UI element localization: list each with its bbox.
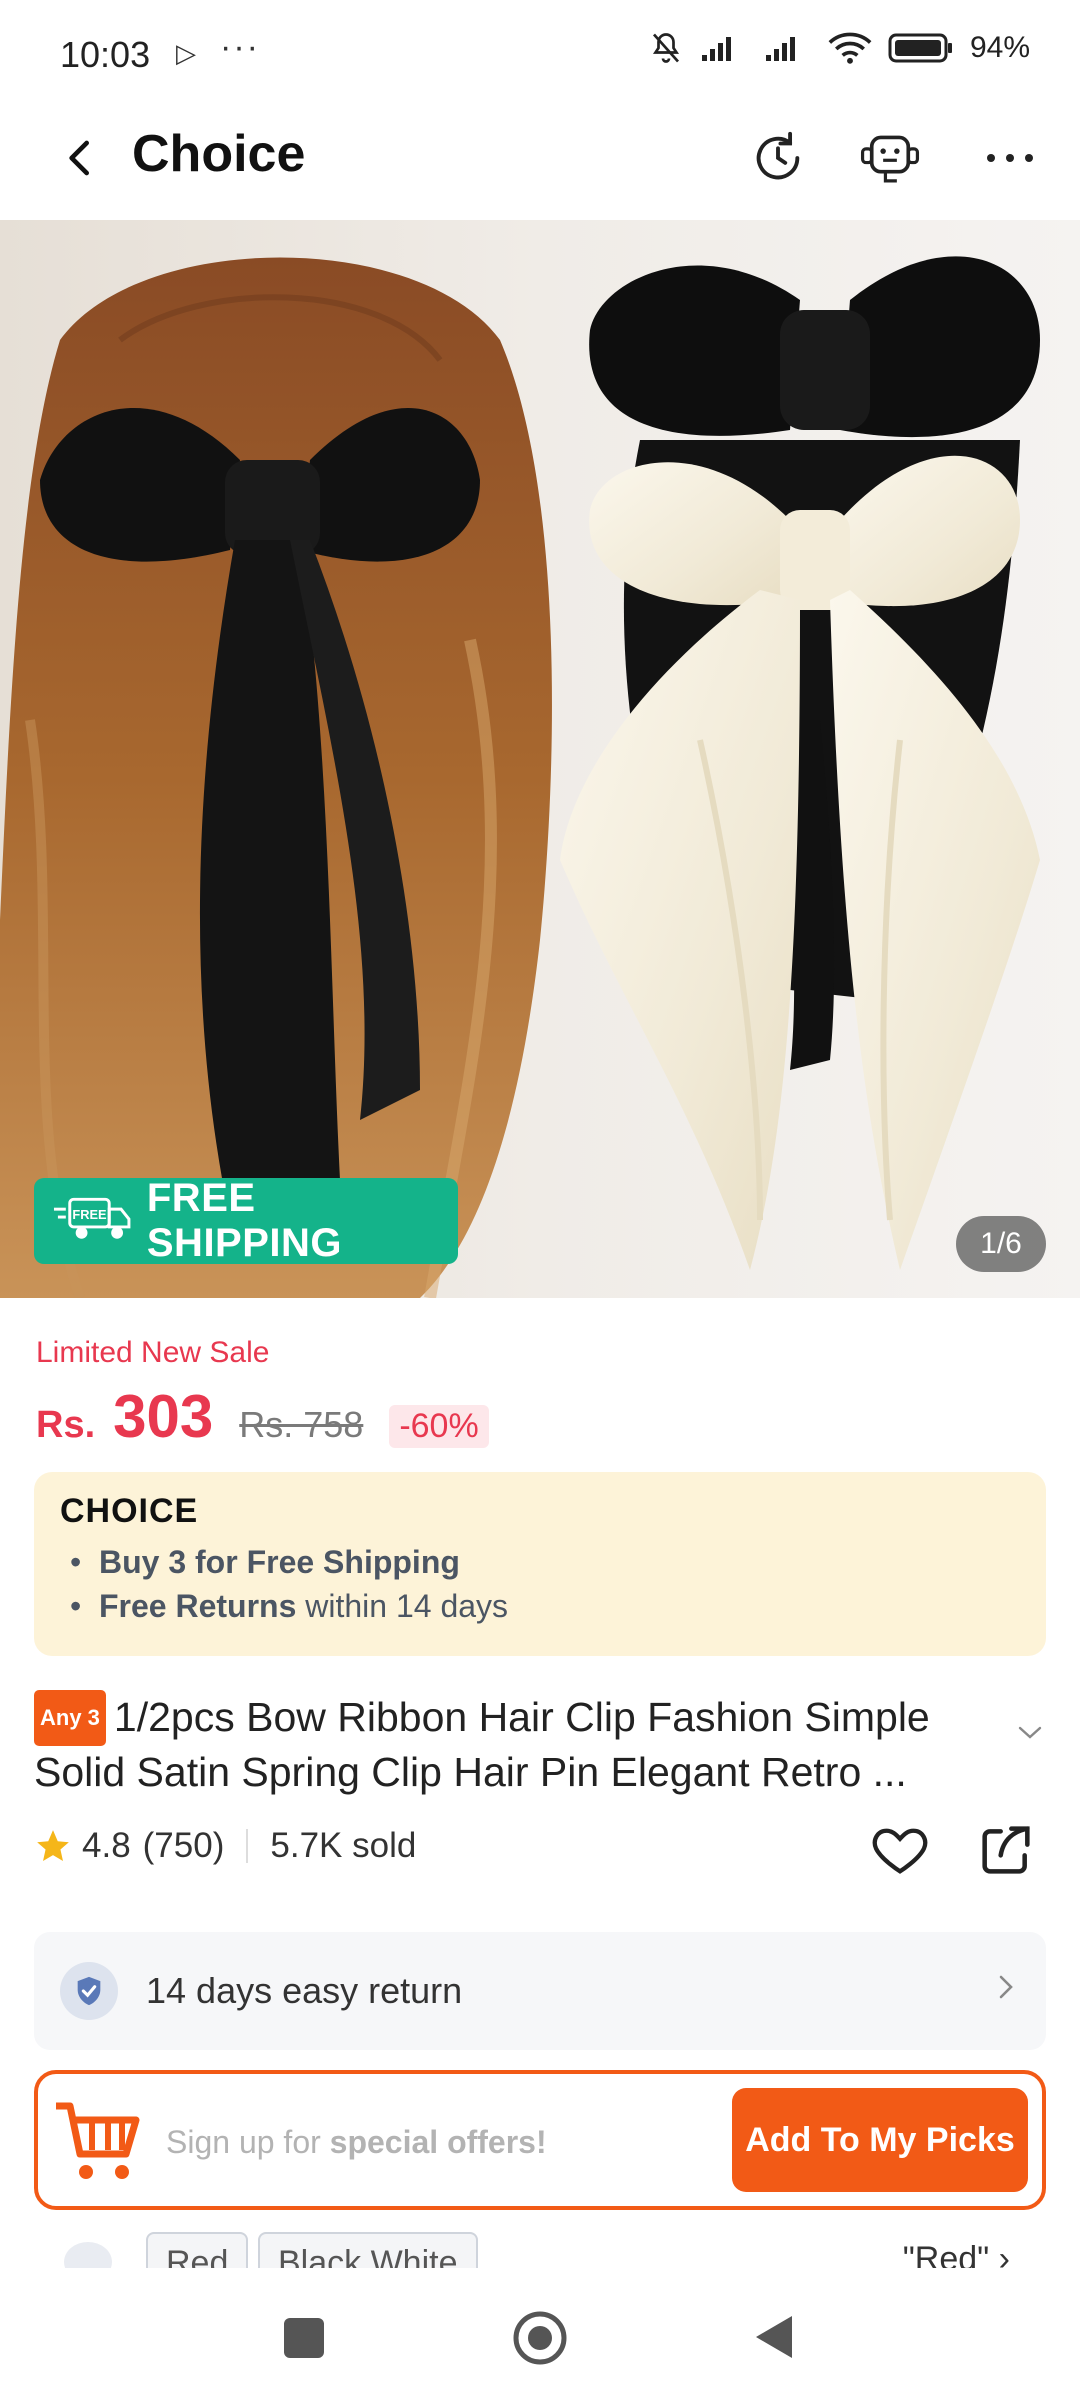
mute-bell-icon [652,33,679,63]
choice-logo: CHOICE [60,1492,199,1530]
product-photo [0,220,1080,1298]
add-to-my-picks-button[interactable]: Add To My Picks [732,2088,1028,2192]
system-nav-bar [0,2268,1080,2400]
price-row: Rs. 303 Rs. 758 -60% [36,1382,489,1451]
return-policy-row[interactable]: 14 days easy return [34,1932,1046,2050]
signup-offer-bar[interactable]: Sign up for special offers! Add To My Pi… [34,2070,1046,2210]
return-policy-text: 14 days easy return [146,1970,463,2011]
expand-title-button[interactable] [1016,1722,1044,1747]
signal-icon-2 [765,37,795,61]
home-icon [513,2311,567,2365]
media-play-icon: ▷ [176,38,196,68]
more-icon [987,154,1033,162]
status-right-group: 94% [648,30,1030,66]
status-time: 10:03 [60,34,151,75]
discount-badge: -60% [389,1405,489,1448]
back-triangle-icon [756,2316,792,2358]
battery-percent: 94% [969,31,1030,64]
image-counter: 1/6 [956,1216,1046,1272]
product-title[interactable]: Any 3 1/2pcs Bow Ribbon Hair Clip Fashion… [34,1690,1014,1798]
sale-label: Limited New Sale [36,1336,270,1369]
variant-chip-black-white[interactable]: Black White [258,2232,478,2268]
rating-row[interactable]: 4.8 (750) 5.7K sold [34,1826,416,1866]
free-shipping-text: FREE SHIPPING [146,1176,343,1265]
divider [246,1829,249,1863]
share-icon [982,1826,1030,1874]
product-title-text: 1/2pcs Bow Ribbon Hair Clip Fashion Simp… [34,1694,930,1795]
variant-icon [64,2242,112,2268]
product-image-carousel[interactable] [0,220,1080,1298]
status-bar: 10:03 ▷ ··· 94% [0,0,1080,100]
choice-benefit-2-bold: Free Returns [98,1588,297,1624]
share-button[interactable] [974,1818,1038,1882]
choice-benefit-1: • Buy 3 for Free Shipping [70,1544,460,1580]
choice-benefits-card[interactable]: CHOICE • Buy 3 for Free Shipping • Free … [34,1472,1046,1656]
price-original: Rs. 758 [239,1404,364,1445]
price-current: 303 [113,1383,214,1450]
chevron-down-icon [1018,1726,1042,1739]
recents-button[interactable] [284,2318,324,2358]
any3-tag: Any 3 [34,1690,106,1746]
signal-icon [701,37,731,61]
free-shipping-badge: FREE FREE SHIPPING [34,1176,458,1265]
back-icon [69,140,89,176]
heart-icon [872,1828,928,1874]
page-title: Choice [132,125,306,183]
customer-support-button[interactable] [858,126,922,190]
review-count: (750) [142,1826,225,1865]
price-currency: Rs. [36,1404,96,1446]
signup-text-bold: special offers! [329,2124,547,2160]
choice-benefit-2-rest: within 14 days [296,1588,509,1624]
rating-value: 4.8 [82,1826,131,1865]
selected-variant: "Red" › [903,2240,1010,2268]
shield-check-badge [60,1962,118,2020]
choice-benefit-2: • Free Returns within 14 days [70,1588,509,1624]
shield-check-icon [77,1976,101,2006]
star-icon [37,1830,69,1862]
sold-count: 5.7K sold [270,1826,417,1865]
free-badge-small-text: FREE [72,1207,107,1222]
cart-icon [52,2092,140,2188]
more-notifications-icon: ··· [220,28,260,66]
wishlist-button[interactable] [868,1818,932,1882]
refresh-icon [756,131,800,180]
signup-text-pre: Sign up for [166,2124,330,2160]
home-button[interactable] [512,2310,568,2371]
back-nav-button[interactable] [752,2312,796,2367]
chevron-right-icon [996,1972,1016,2007]
selected-variant-text: "Red" [902,2240,990,2268]
delivery-truck-icon: FREE [53,1197,131,1239]
signup-text: Sign up for special offers! [166,2124,547,2161]
support-bot-icon [860,135,920,183]
variant-chip-red[interactable]: Red [146,2232,249,2268]
choice-benefit-1-text: Buy 3 for Free Shipping [98,1544,460,1580]
back-button[interactable] [50,128,110,188]
variant-selector-row[interactable]: Red Black White "Red" › [34,2232,1046,2268]
more-button[interactable] [978,126,1042,190]
wifi-icon [828,32,872,64]
battery-icon [888,33,952,63]
refresh-button[interactable] [746,126,810,190]
